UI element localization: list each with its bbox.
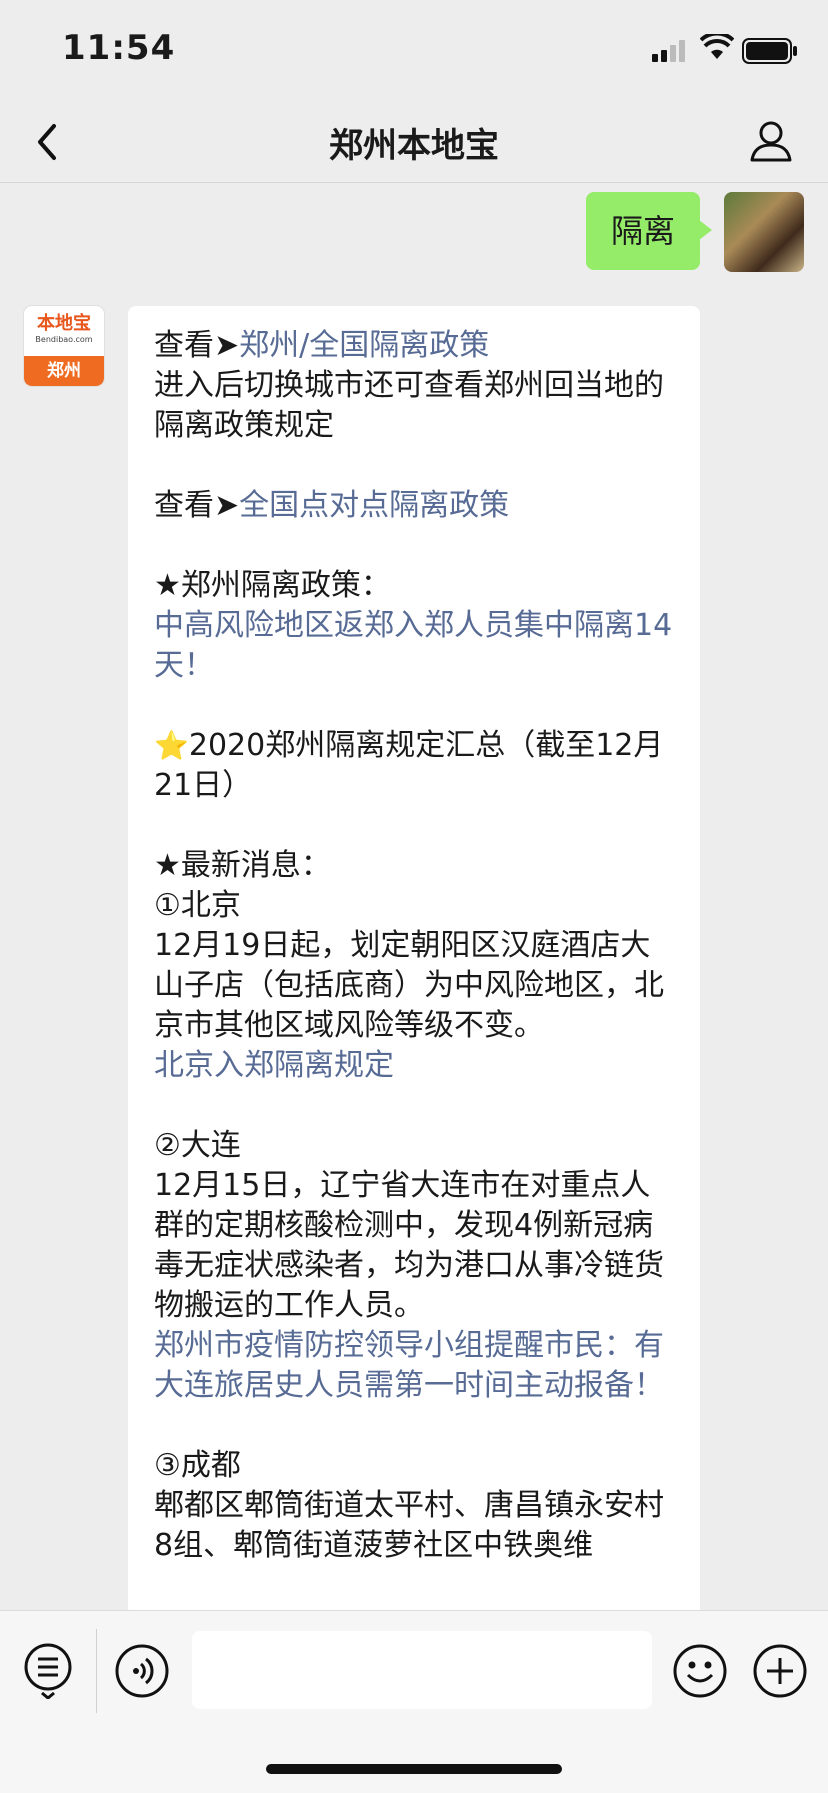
message-summary: ⭐2020郑州隔离规定汇总（截至12月21日） xyxy=(154,726,676,806)
bot-avatar[interactable]: 本地宝 Bendibao.com 郑州 xyxy=(24,306,104,386)
cellular-signal-icon xyxy=(652,40,685,62)
link-dalian-reminder[interactable]: 郑州市疫情防控领导小组提醒市民：有大连旅居史人员需第一时间主动报备！ xyxy=(154,1326,676,1406)
bot-avatar-logo: 本地宝 xyxy=(37,313,91,334)
section-heading: ★郑州隔离政策： xyxy=(154,568,391,603)
summary-text: 2020郑州隔离规定汇总（截至12月21日） xyxy=(154,728,664,803)
menu-list-icon[interactable] xyxy=(22,1641,74,1699)
link-high-risk-quarantine[interactable]: 中高风险地区返郑入郑人员集中隔离14天！ xyxy=(154,606,676,686)
user-profile-icon[interactable] xyxy=(748,118,794,164)
news-text-beijing: 12月19日起，划定朝阳区汉庭酒店大山子店（包括底商）为中风险地区，北京市其他区… xyxy=(154,928,664,1043)
link-point-to-point-policy[interactable]: 全国点对点隔离政策 xyxy=(239,488,509,523)
news-text-chengdu: 郫都区郫筒街道太平村、唐昌镇永安村8组、郫筒街道菠萝社区中铁奥维 xyxy=(154,1488,664,1563)
add-more-icon[interactable] xyxy=(752,1643,808,1699)
emoji-icon[interactable] xyxy=(672,1643,728,1699)
news-title-beijing: ①北京 xyxy=(154,888,241,923)
battery-icon xyxy=(742,38,797,64)
page-title: 郑州本地宝 xyxy=(329,126,499,166)
user-avatar[interactable] xyxy=(724,192,804,272)
view-prefix: 查看➤ xyxy=(154,328,240,363)
navigation-bar: 郑州本地宝 xyxy=(0,100,828,183)
section-heading: ★最新消息： xyxy=(154,848,331,883)
news-title-chengdu: ③成都 xyxy=(154,1448,241,1483)
message-text: 进入后切换城市还可查看郑州回当地的隔离政策规定 xyxy=(154,368,664,443)
home-indicator xyxy=(266,1764,562,1774)
star-emoji-icon: ⭐ xyxy=(154,729,189,762)
message-line-2: 查看➤全国点对点隔离政策 xyxy=(154,486,676,526)
message-line-1: 查看➤郑州/全国隔离政策 xyxy=(154,326,676,366)
bot-avatar-site: Bendibao.com xyxy=(35,335,93,344)
link-zhengzhou-national-policy[interactable]: 郑州/全国隔离政策 xyxy=(239,328,489,363)
news-title-dalian: ②大连 xyxy=(154,1128,241,1163)
status-bar: 11:54 xyxy=(0,0,828,100)
status-time: 11:54 xyxy=(62,28,176,68)
bot-message-bubble: 查看➤郑州/全国隔离政策 进入后切换城市还可查看郑州回当地的隔离政策规定 查看➤… xyxy=(128,306,700,1616)
view-prefix: 查看➤ xyxy=(154,488,240,523)
link-beijing-rules[interactable]: 北京入郑隔离规定 xyxy=(154,1046,676,1086)
toolbar-divider xyxy=(96,1629,97,1713)
user-message-bubble[interactable]: 隔离 xyxy=(586,192,712,270)
bot-avatar-city: 郑州 xyxy=(24,356,104,386)
voice-input-icon[interactable] xyxy=(114,1643,170,1699)
message-input[interactable] xyxy=(192,1631,652,1709)
wifi-icon xyxy=(700,34,734,59)
news-text-dalian: 12月15日，辽宁省大连市在对重点人群的定期核酸检测中，发现4例新冠病毒无症状感… xyxy=(154,1168,664,1323)
